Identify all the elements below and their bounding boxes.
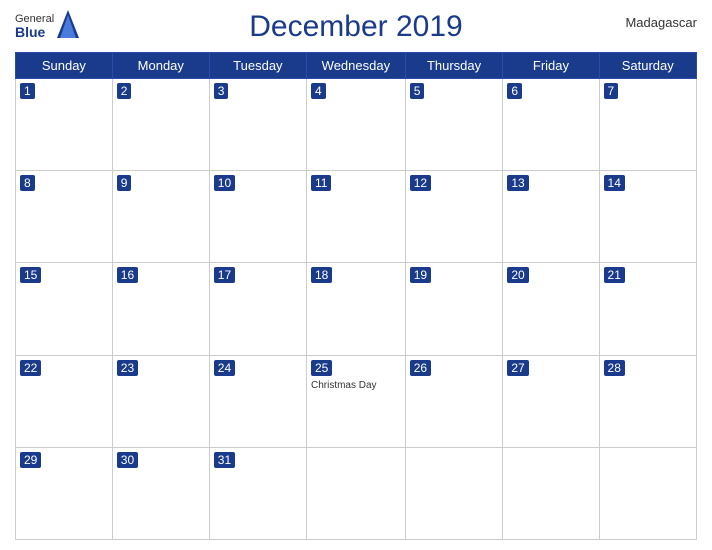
table-row: 1 <box>16 79 113 171</box>
date-number: 11 <box>311 175 331 191</box>
calendar-header: General Blue December 2019 Madagascar <box>15 10 697 44</box>
table-row: 13 <box>503 171 599 263</box>
table-row: 29 <box>16 447 113 539</box>
table-row: 24 <box>209 355 306 447</box>
calendar-wrapper: General Blue December 2019 Madagascar Su… <box>0 0 712 550</box>
date-number: 16 <box>117 267 138 283</box>
table-row: 21 <box>599 263 696 355</box>
date-number: 6 <box>507 83 522 99</box>
calendar-week-row: 22 23 24 25 Christmas Day 26 27 28 <box>16 355 697 447</box>
table-row <box>306 447 405 539</box>
header-friday: Friday <box>503 53 599 79</box>
table-row: 7 <box>599 79 696 171</box>
weekday-header-row: Sunday Monday Tuesday Wednesday Thursday… <box>16 53 697 79</box>
date-number: 14 <box>604 175 625 191</box>
date-number: 5 <box>410 83 425 99</box>
table-row: 8 <box>16 171 113 263</box>
calendar-week-row: 8 9 10 11 12 13 14 <box>16 171 697 263</box>
date-number: 3 <box>214 83 229 99</box>
date-number: 25 <box>311 360 332 376</box>
holiday-label: Christmas Day <box>311 380 401 391</box>
header-tuesday: Tuesday <box>209 53 306 79</box>
table-row: 31 <box>209 447 306 539</box>
date-number: 12 <box>410 175 431 191</box>
calendar-week-row: 1 2 3 4 5 6 7 <box>16 79 697 171</box>
date-number: 7 <box>604 83 619 99</box>
table-row <box>503 447 599 539</box>
date-number: 23 <box>117 360 138 376</box>
table-row: 2 <box>112 79 209 171</box>
header-sunday: Sunday <box>16 53 113 79</box>
logo-icon <box>57 10 79 43</box>
header-saturday: Saturday <box>599 53 696 79</box>
table-row: 6 <box>503 79 599 171</box>
table-row: 18 <box>306 263 405 355</box>
date-number: 26 <box>410 360 431 376</box>
header-thursday: Thursday <box>405 53 503 79</box>
table-row: 23 <box>112 355 209 447</box>
date-number: 4 <box>311 83 326 99</box>
date-number: 19 <box>410 267 431 283</box>
table-row: 22 <box>16 355 113 447</box>
calendar-table: Sunday Monday Tuesday Wednesday Thursday… <box>15 52 697 540</box>
table-row: 5 <box>405 79 503 171</box>
calendar-week-row: 15 16 17 18 19 20 21 <box>16 263 697 355</box>
date-number: 2 <box>117 83 132 99</box>
date-number: 9 <box>117 175 132 191</box>
table-row: 12 <box>405 171 503 263</box>
date-number: 20 <box>507 267 528 283</box>
date-number: 18 <box>311 267 332 283</box>
table-row: 15 <box>16 263 113 355</box>
date-number: 8 <box>20 175 35 191</box>
date-number: 22 <box>20 360 41 376</box>
table-row: 9 <box>112 171 209 263</box>
date-number: 28 <box>604 360 625 376</box>
table-row <box>599 447 696 539</box>
table-row: 28 <box>599 355 696 447</box>
date-number: 17 <box>214 267 235 283</box>
header-monday: Monday <box>112 53 209 79</box>
logo-blue-text: Blue <box>15 25 54 40</box>
date-number: 13 <box>507 175 528 191</box>
date-number: 27 <box>507 360 528 376</box>
date-number: 29 <box>20 452 41 468</box>
table-row: 14 <box>599 171 696 263</box>
date-number: 31 <box>214 452 235 468</box>
table-row: 30 <box>112 447 209 539</box>
date-number: 10 <box>214 175 235 191</box>
calendar-week-row: 29 30 31 <box>16 447 697 539</box>
table-row: 11 <box>306 171 405 263</box>
table-row: 3 <box>209 79 306 171</box>
table-row: 26 <box>405 355 503 447</box>
table-row: 17 <box>209 263 306 355</box>
date-number: 30 <box>117 452 138 468</box>
date-number: 24 <box>214 360 235 376</box>
date-number: 21 <box>604 267 625 283</box>
table-row: 10 <box>209 171 306 263</box>
table-row: 27 <box>503 355 599 447</box>
country-label: Madagascar <box>625 15 697 30</box>
table-row <box>405 447 503 539</box>
header-wednesday: Wednesday <box>306 53 405 79</box>
table-row: 25 Christmas Day <box>306 355 405 447</box>
calendar-title: December 2019 <box>249 10 462 44</box>
table-row: 19 <box>405 263 503 355</box>
logo-area: General Blue <box>15 10 79 43</box>
table-row: 20 <box>503 263 599 355</box>
date-number: 15 <box>20 267 41 283</box>
table-row: 16 <box>112 263 209 355</box>
table-row: 4 <box>306 79 405 171</box>
date-number: 1 <box>20 83 35 99</box>
